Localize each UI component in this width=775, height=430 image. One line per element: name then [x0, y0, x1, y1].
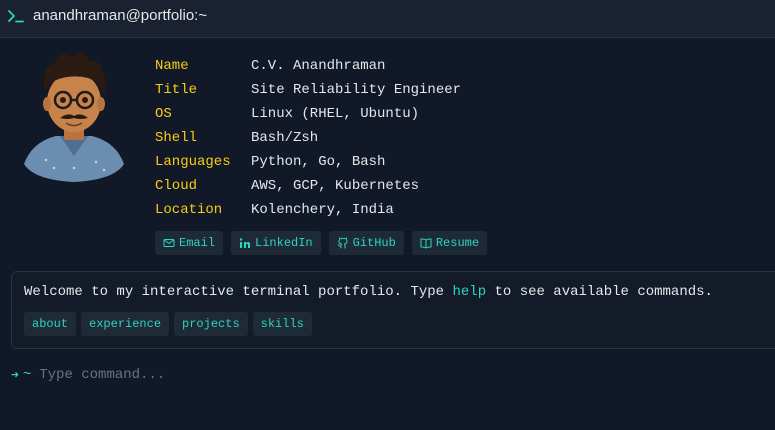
info-row-os: OS Linux (RHEL, Ubuntu)	[155, 102, 461, 126]
welcome-text-after: to see available commands.	[494, 284, 713, 300]
terminal-icon	[8, 10, 24, 23]
info-key: Name	[155, 58, 189, 74]
info-value: Linux (RHEL, Ubuntu)	[251, 106, 420, 122]
profile-links: Email LinkedIn GitHub Resume	[155, 231, 488, 255]
chip-experience[interactable]: experience	[81, 312, 170, 336]
resume-link[interactable]: Resume	[411, 231, 488, 255]
welcome-message: Welcome to my interactive terminal portf…	[24, 284, 713, 300]
info-key: Languages	[155, 154, 231, 170]
linkedin-link-label: LinkedIn	[255, 236, 313, 250]
prompt-path: ~	[22, 367, 32, 383]
linkedin-icon	[239, 238, 251, 248]
info-key: Shell	[155, 130, 198, 146]
info-key: Title	[155, 82, 198, 98]
mail-icon	[163, 239, 175, 247]
command-chips: about experience projects skills	[24, 312, 312, 336]
info-value: C.V. Anandhraman	[251, 58, 386, 74]
info-key: Location	[155, 202, 223, 218]
title-bar: anandhraman@portfolio:~	[0, 0, 775, 38]
email-link-label: Email	[179, 236, 216, 250]
info-row-title: Title Site Reliability Engineer	[155, 78, 461, 102]
info-row-name: Name C.V. Anandhraman	[155, 54, 461, 78]
window-title: anandhraman@portfolio:~	[33, 7, 208, 24]
resume-link-label: Resume	[435, 236, 480, 250]
info-value: Bash/Zsh	[251, 130, 319, 146]
chip-projects[interactable]: projects	[174, 312, 248, 336]
prompt-arrow-icon: ➜	[11, 367, 19, 383]
info-key: OS	[155, 106, 172, 122]
profile-info: Name C.V. Anandhraman Title Site Reliabili…	[155, 54, 461, 222]
github-link[interactable]: GitHub	[328, 231, 404, 255]
info-row-cloud: Cloud AWS, GCP, Kubernetes	[155, 174, 461, 198]
info-value: Python, Go, Bash	[251, 154, 386, 170]
info-value: Kolenchery, India	[251, 202, 394, 218]
help-command-link[interactable]: help	[452, 284, 486, 300]
command-input[interactable]	[39, 367, 640, 383]
avatar	[24, 52, 124, 182]
info-key: Cloud	[155, 178, 198, 194]
email-link[interactable]: Email	[155, 231, 224, 255]
welcome-panel: Welcome to my interactive terminal portf…	[11, 271, 775, 349]
github-link-label: GitHub	[352, 236, 396, 250]
info-row-languages: Languages Python, Go, Bash	[155, 150, 461, 174]
command-prompt: ➜ ~	[11, 366, 640, 384]
github-icon	[337, 237, 348, 249]
info-row-shell: Shell Bash/Zsh	[155, 126, 461, 150]
info-value: AWS, GCP, Kubernetes	[251, 178, 420, 194]
info-value: Site Reliability Engineer	[251, 82, 462, 98]
chip-about[interactable]: about	[24, 312, 77, 336]
linkedin-link[interactable]: LinkedIn	[231, 231, 321, 255]
chip-skills[interactable]: skills	[252, 312, 312, 336]
welcome-text-before: Welcome to my interactive terminal portf…	[24, 284, 445, 300]
book-icon	[420, 238, 432, 249]
info-row-location: Location Kolenchery, India	[155, 198, 461, 222]
